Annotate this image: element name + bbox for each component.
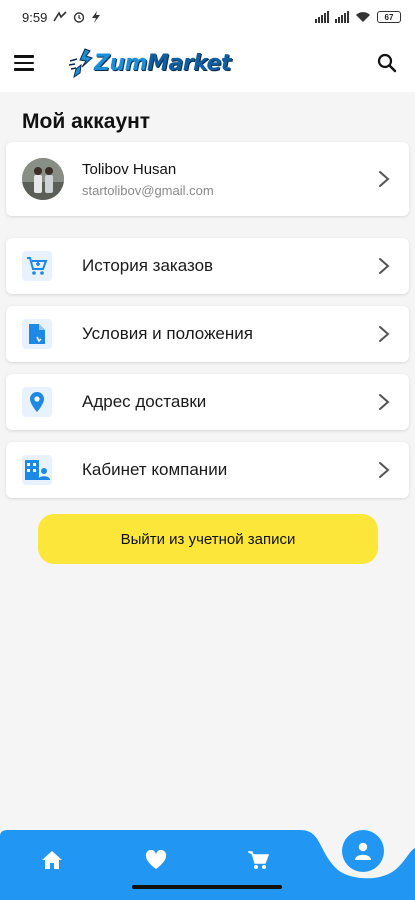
menu-item-label: Кабинет компании [82,460,228,479]
wifi-icon [356,12,370,22]
chevron-right-icon [375,170,393,188]
logo-text-zum: Zum [94,50,148,76]
app-bar: ZumMarket [0,34,415,92]
logo-text: ZumMarket [94,51,231,76]
notification-icon [53,11,67,22]
data-saver-icon [92,11,101,23]
status-right: 67 [315,11,401,23]
chevron-right-icon [375,393,393,411]
menu-item-company-cabinet[interactable]: Кабинет компании [6,442,409,498]
profile-text: Tolibov Husan startolibov@gmail.com [82,161,214,198]
alarm-icon [74,12,85,23]
document-icon [22,319,52,349]
menu-item-label: Условия и положения [82,324,253,343]
menu-item-label: История заказов [82,256,214,275]
chevron-right-icon [375,461,393,479]
status-bar: 9:59 67 [0,0,415,34]
profile-name: Tolibov Husan [82,160,177,178]
avatar [22,158,64,200]
status-time: 9:59 [22,9,48,25]
menu-item-order-history[interactable]: История заказов [6,238,409,294]
home-icon[interactable] [38,846,66,874]
menu-item-terms[interactable]: Условия и положения [6,306,409,362]
cart-icon[interactable] [245,846,273,874]
heart-icon[interactable] [142,846,170,874]
menu-item-delivery-address[interactable]: Адрес доставки [6,374,409,430]
chevron-right-icon [375,325,393,343]
logo-text-market: Market [147,50,231,76]
profile-card[interactable]: Tolibov Husan startolibov@gmail.com [6,142,409,216]
profile-email: startolibov@gmail.com [82,182,214,198]
gesture-bar [132,885,282,889]
profile-icon[interactable] [342,830,384,872]
menu-item-label: Адрес доставки [82,392,207,411]
signal-icon [315,11,329,23]
page-title: Мой аккаунт [22,110,151,133]
menu-icon[interactable] [14,51,38,75]
signal-icon-2 [335,11,349,23]
company-icon [22,455,52,485]
chevron-right-icon [375,257,393,275]
status-left: 9:59 [22,10,101,25]
location-pin-icon [22,387,52,417]
cart-icon [22,251,52,281]
search-icon[interactable] [373,49,401,77]
battery-icon: 67 [377,11,401,23]
logo-runner-icon [68,48,93,79]
bottom-navigation [0,830,415,900]
zummarket-logo: ZumMarket [68,43,231,83]
logout-button[interactable]: Выйти из учетной записи [38,514,378,564]
